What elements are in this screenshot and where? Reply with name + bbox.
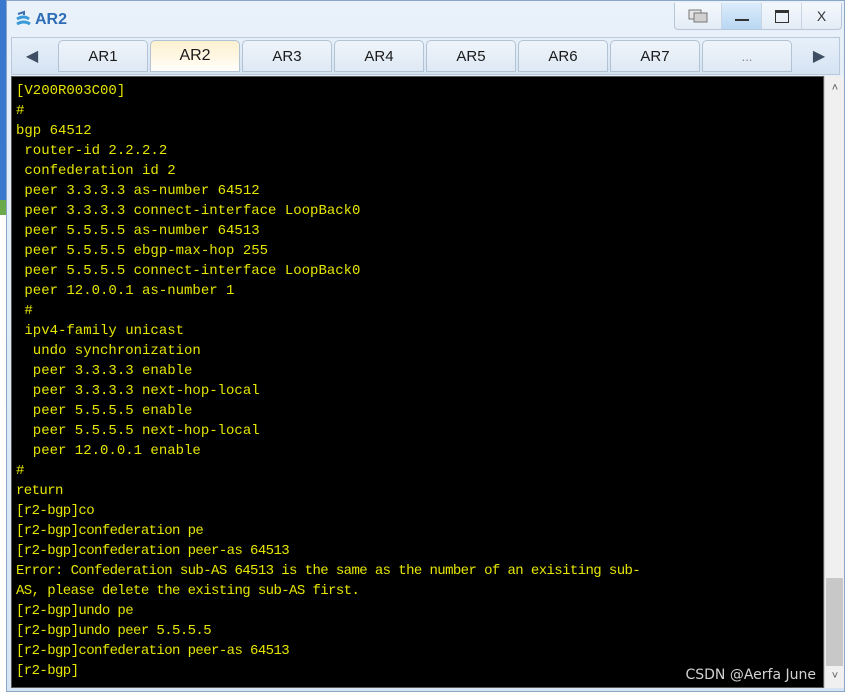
chevron-down-icon: ˅ (831, 670, 839, 682)
watermark: CSDN @Aerfa June (685, 667, 816, 683)
arrow-right-icon: ▶ (812, 48, 826, 65)
terminal-line: peer 5.5.5.5 connect-interface LoopBack0 (16, 263, 361, 279)
window-controls: X (674, 3, 842, 30)
terminal-console[interactable]: [V200R003C00] # bgp 64512 router-id 2.2.2.… (11, 76, 824, 688)
tab-more[interactable]: ... (702, 40, 792, 72)
terminal-line: # (16, 303, 33, 319)
terminal-line: peer 12.0.0.1 enable (16, 443, 201, 459)
terminal-line: [r2-bgp]undo peer 5.5.5.5 (16, 623, 212, 639)
scrollbar-thumb[interactable] (826, 578, 843, 666)
close-button[interactable]: X (801, 3, 841, 29)
tab-scroll-right-button[interactable]: ▶ (799, 38, 839, 74)
terminal-line: peer 5.5.5.5 as-number 64513 (16, 223, 260, 239)
terminal-line: bgp 64512 (16, 123, 92, 139)
maximize-icon (774, 9, 789, 23)
terminal-line: peer 3.3.3.3 enable (16, 363, 193, 379)
restore-button[interactable] (675, 3, 721, 29)
tab-ar5[interactable]: AR5 (426, 40, 516, 72)
terminal-line: [r2-bgp]confederation pe (16, 523, 204, 539)
terminal-line: peer 3.3.3.3 next-hop-local (16, 383, 260, 399)
terminal-line: peer 3.3.3.3 as-number 64512 (16, 183, 260, 199)
terminal-line: return (16, 483, 63, 499)
minimize-button[interactable] (721, 3, 761, 29)
terminal-line: [r2-bgp]undo pe (16, 603, 134, 619)
terminal-scrollbar[interactable]: ˄ ˅ (824, 76, 844, 688)
terminal-line: peer 3.3.3.3 connect-interface LoopBack0 (16, 203, 361, 219)
terminal-line: peer 5.5.5.5 next-hop-local (16, 423, 260, 439)
window-title: AR2 (35, 11, 68, 28)
chevron-up-icon: ˄ (831, 82, 839, 94)
close-icon: X (816, 8, 827, 24)
router-icon (16, 10, 31, 26)
terminal-line: ipv4-family unicast (16, 323, 185, 339)
tab-ar1[interactable]: AR1 (58, 40, 148, 72)
terminal-line: peer 5.5.5.5 ebgp-max-hop 255 (16, 243, 269, 259)
title-bar[interactable]: AR2 X (7, 1, 844, 35)
terminal-line: [r2-bgp]confederation peer-as 64513 (16, 643, 290, 659)
tab-ar3[interactable]: AR3 (242, 40, 332, 72)
terminal-line: # (16, 463, 25, 479)
terminal-line: peer 12.0.0.1 as-number 1 (16, 283, 235, 299)
terminal-line: [V200R003C00] (16, 83, 126, 99)
scroll-up-button[interactable]: ˄ (825, 80, 845, 96)
terminal-line: undo synchronization (16, 343, 201, 359)
terminal-line: [r2-bgp]confederation peer-as 64513 (16, 543, 290, 559)
arrow-left-icon: ◀ (25, 48, 39, 65)
terminal-line: Error: Confederation sub-AS 64513 is the… (16, 563, 641, 579)
minimize-icon (734, 19, 749, 21)
maximize-button[interactable] (761, 3, 801, 29)
device-tab-bar: ◀ AR1 AR2 AR3 AR4 AR5 AR6 AR7 ... ▶ (11, 37, 840, 75)
tab-ar6[interactable]: AR6 (518, 40, 608, 72)
terminal-line: peer 5.5.5.5 enable (16, 403, 193, 419)
scroll-down-button[interactable]: ˅ (825, 668, 845, 684)
terminal-line: AS, please delete the existing sub-AS fi… (16, 583, 360, 599)
tab-ar7[interactable]: AR7 (610, 40, 700, 72)
tab-list: AR1 AR2 AR3 AR4 AR5 AR6 AR7 ... (58, 40, 794, 72)
tab-ar2[interactable]: AR2 (150, 40, 240, 72)
tab-scroll-left-button[interactable]: ◀ (12, 38, 52, 74)
restore-icon (688, 9, 708, 23)
terminal-line: # (16, 103, 25, 119)
terminal-line: [r2-bgp]co (16, 503, 95, 519)
terminal-line: confederation id 2 (16, 163, 176, 179)
terminal-line: router-id 2.2.2.2 (16, 143, 168, 159)
tab-ar4[interactable]: AR4 (334, 40, 424, 72)
terminal-window: AR2 X ◀ AR1 AR2 AR3 AR4 AR5 AR6 AR7 ... … (6, 0, 845, 692)
